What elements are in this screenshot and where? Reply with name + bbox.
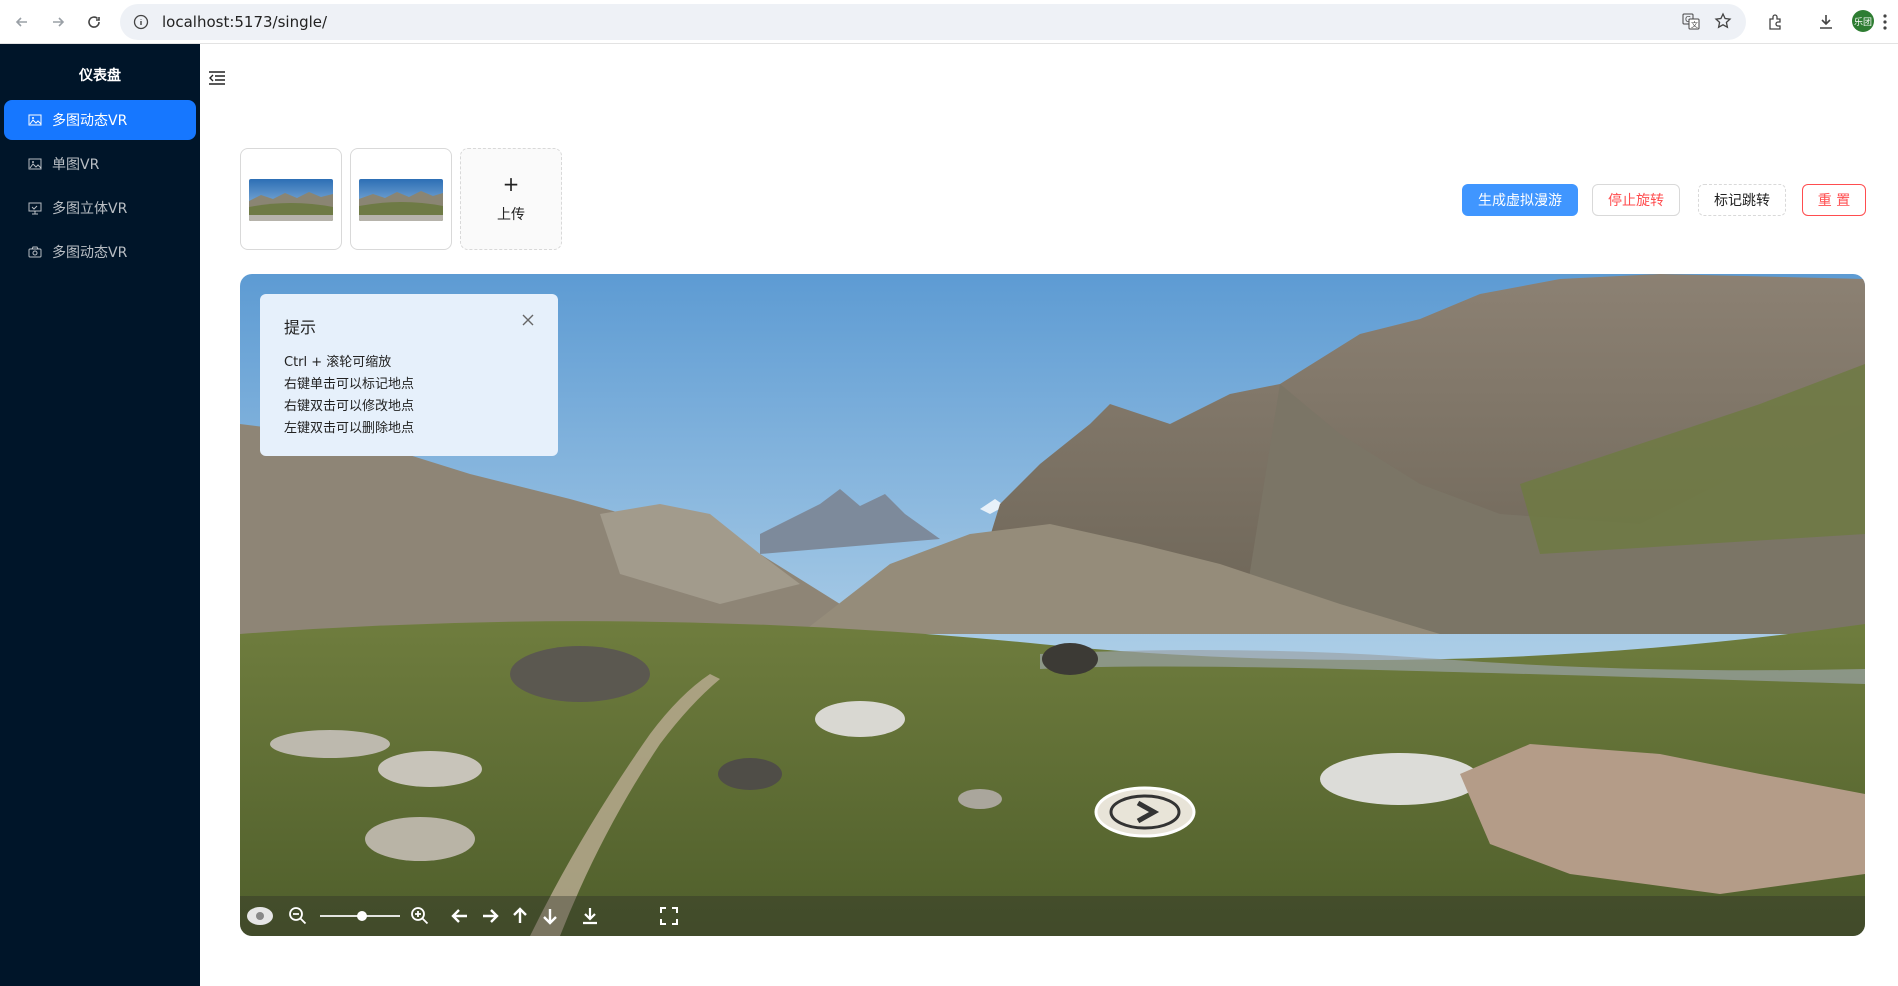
sidebar-item-multi-dynamic-vr-2[interactable]: 多图动态VR (4, 232, 196, 272)
upload-label: 上传 (497, 207, 525, 223)
viewer-toolbar (240, 896, 1865, 936)
arrow-left-icon[interactable] (448, 904, 472, 928)
site-info-icon[interactable] (130, 11, 152, 33)
address-bar[interactable]: localhost:5173/single/ G文 (120, 4, 1746, 40)
sidebar-item-label: 多图动态VR (52, 245, 128, 261)
hotspot-marker[interactable] (1094, 785, 1196, 839)
profile-avatar[interactable]: 乐团 (1852, 10, 1874, 32)
url-text[interactable]: localhost:5173/single/ (162, 13, 327, 31)
panorama-image (359, 179, 443, 221)
stop-rotate-button[interactable]: 停止旋转 (1592, 184, 1680, 216)
sidebar-item-label: 多图动态VR (52, 113, 128, 129)
plus-icon: + (502, 172, 520, 196)
upload-button[interactable]: + 上传 (460, 148, 562, 250)
arrow-down-icon[interactable] (538, 904, 562, 928)
back-icon[interactable] (8, 8, 36, 36)
panorama-viewer[interactable]: 提示 Ctrl + 滚轮可缩放 右键单击可以标记地点 右键双击可以修改地点 左键… (240, 274, 1865, 936)
menu-fold-icon[interactable] (205, 66, 229, 90)
arrow-right-icon[interactable] (478, 904, 502, 928)
sidebar-item-multi-dynamic-vr[interactable]: 多图动态VR (4, 100, 196, 140)
zoom-in-icon[interactable] (408, 904, 432, 928)
svg-text:文: 文 (1691, 20, 1698, 29)
close-icon[interactable] (520, 312, 536, 328)
fullscreen-icon[interactable] (657, 904, 681, 928)
extensions-icon[interactable] (1762, 8, 1790, 36)
sidebar-item-single-vr[interactable]: 单图VR (4, 144, 196, 184)
monitor-icon (28, 201, 42, 215)
panorama-image (249, 179, 333, 221)
eye-icon[interactable] (246, 904, 274, 928)
zoom-slider-handle[interactable] (357, 911, 367, 921)
arrow-up-icon[interactable] (508, 904, 532, 928)
download-icon[interactable] (1812, 8, 1840, 36)
menu-dots-icon[interactable] (1876, 8, 1894, 36)
sidebar-item-multi-stereo-vr[interactable]: 多图立体VR (4, 188, 196, 228)
tip-line: 右键双击可以修改地点 (284, 399, 415, 414)
translate-icon[interactable]: G文 (1682, 12, 1700, 34)
sidebar-item-label: 多图立体VR (52, 201, 128, 217)
panorama-thumbnail[interactable] (240, 148, 342, 250)
download-icon[interactable] (578, 904, 602, 928)
tip-line: 右键单击可以标记地点 (284, 377, 415, 392)
browser-toolbar: localhost:5173/single/ G文 乐团 (0, 0, 1898, 44)
forward-icon[interactable] (44, 8, 72, 36)
tip-title: 提示 (284, 318, 317, 337)
zoom-out-icon[interactable] (286, 904, 310, 928)
sidebar-item-label: 单图VR (52, 157, 100, 173)
generate-tour-button[interactable]: 生成虚拟漫游 (1462, 184, 1578, 216)
sidebar: 仪表盘 多图动态VR 单图VR 多图立体VR 多图动态VR (0, 44, 200, 986)
tip-popover: 提示 Ctrl + 滚轮可缩放 右键单击可以标记地点 右键双击可以修改地点 左键… (260, 294, 558, 456)
sidebar-title: 仪表盘 (79, 68, 121, 84)
picture-icon (28, 157, 42, 171)
mark-jump-button[interactable]: 标记跳转 (1698, 184, 1786, 216)
tip-line: 左键双击可以删除地点 (284, 421, 415, 436)
panorama-thumbnail[interactable] (350, 148, 452, 250)
reset-button[interactable]: 重 置 (1802, 184, 1866, 216)
picture-icon (28, 113, 42, 127)
bookmark-star-icon[interactable] (1714, 12, 1732, 34)
camera-icon (28, 245, 42, 259)
reload-icon[interactable] (80, 8, 108, 36)
tip-line: Ctrl + 滚轮可缩放 (284, 355, 392, 370)
